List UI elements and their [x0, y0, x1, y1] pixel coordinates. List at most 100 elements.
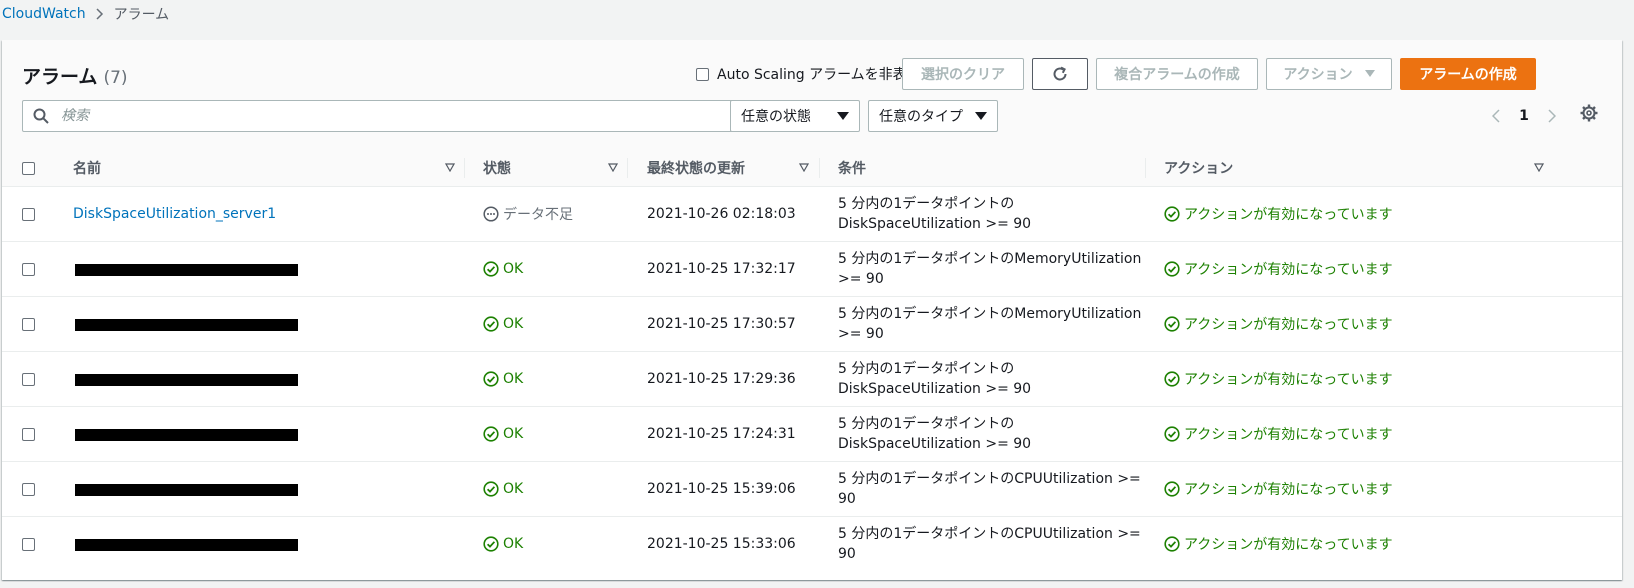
chevron-left-icon: [1492, 109, 1500, 123]
condition-line-1: 5 分内の1データポイントの: [838, 196, 1015, 212]
column-header-actions[interactable]: アクション: [1164, 150, 1552, 186]
updated-cell: 2021-10-26 02:18:03: [647, 206, 796, 222]
action-cell: アクションが有効になっています: [1164, 187, 1393, 241]
table-row[interactable]: DiskSpaceUtilization_server1 データ不足 2021-…: [2, 187, 1622, 242]
condition-line-1: 5 分内の1データポイントのMemoryUtilization: [838, 306, 1142, 322]
condition-line-2: 90: [838, 491, 856, 507]
check-circle-icon: [1164, 371, 1180, 387]
state-label: OK: [503, 536, 524, 552]
table-row[interactable]: OK 2021-10-25 15:39:06 5 分内の1データポイントのCPU…: [2, 462, 1622, 517]
column-header-conditions-label: 条件: [838, 161, 866, 177]
row-checkbox[interactable]: [22, 537, 35, 551]
breadcrumb: CloudWatch アラーム: [2, 4, 169, 24]
action-status-label: アクションが有効になっています: [1184, 317, 1393, 333]
alarm-name-link[interactable]: DiskSpaceUtilization_server1: [73, 206, 276, 222]
alarm-table-body: DiskSpaceUtilization_server1 データ不足 2021-…: [2, 187, 1622, 572]
redacted-alarm-name[interactable]: [75, 264, 298, 276]
type-filter-value: 任意のタイプ: [879, 109, 963, 125]
column-header-name-label: 名前: [73, 161, 101, 177]
redacted-alarm-name[interactable]: [75, 539, 298, 551]
create-alarm-button[interactable]: アラームの作成: [1400, 58, 1536, 90]
updated-cell: 2021-10-25 17:24:31: [647, 426, 796, 442]
actions-dropdown-label: アクション: [1283, 67, 1353, 83]
table-row[interactable]: OK 2021-10-25 17:32:17 5 分内の1データポイントのMem…: [2, 242, 1622, 297]
hide-autoscaling-toggle[interactable]: Auto Scaling アラームを非表示: [696, 62, 921, 86]
action-status: アクションが有効になっています: [1164, 424, 1393, 444]
row-checkbox[interactable]: [22, 262, 35, 276]
clear-selection-button[interactable]: 選択のクリア: [902, 58, 1024, 90]
column-header-state[interactable]: 状態: [483, 150, 626, 186]
updated-cell: 2021-10-25 17:29:36: [647, 371, 796, 387]
column-header-last-updated[interactable]: 最終状態の更新: [647, 150, 817, 186]
current-page[interactable]: 1: [1510, 108, 1538, 124]
updated-cell: 2021-10-25 17:32:17: [647, 261, 796, 277]
state-label: OK: [503, 316, 524, 332]
table-row[interactable]: OK 2021-10-25 17:24:31 5 分内の1データポイントの Di…: [2, 407, 1622, 462]
caret-down-icon: [975, 112, 987, 120]
check-circle-icon: [483, 371, 499, 387]
sort-icon[interactable]: [608, 163, 618, 172]
row-checkbox[interactable]: [22, 372, 35, 386]
condition-cell: 5 分内の1データポイントのMemoryUtilization >= 90: [838, 242, 1141, 296]
state-label: OK: [503, 481, 524, 497]
page-title-text: アラーム: [22, 66, 98, 88]
action-status: アクションが有効になっています: [1164, 259, 1393, 279]
row-checkbox[interactable]: [22, 317, 35, 331]
sort-icon[interactable]: [1534, 163, 1544, 172]
create-composite-alarm-button[interactable]: 複合アラームの作成: [1096, 58, 1258, 90]
condition-line-2: DiskSpaceUtilization >= 90: [838, 216, 1032, 232]
table-row[interactable]: OK 2021-10-25 17:30:57 5 分内の1データポイントのMem…: [2, 297, 1622, 352]
table-header: 名前 状態 最終状態の更新 条件 アクション: [2, 150, 1622, 187]
sort-icon[interactable]: [445, 163, 455, 172]
select-all-cell: [22, 150, 42, 186]
state-cell: OK: [483, 462, 523, 516]
insufficient-data-icon: [483, 206, 499, 222]
chevron-right-icon: [1548, 109, 1556, 123]
redacted-alarm-name[interactable]: [75, 484, 298, 496]
row-select-cell: [22, 187, 35, 241]
check-circle-icon: [1164, 481, 1180, 497]
redacted-alarm-name[interactable]: [75, 374, 298, 386]
panel-header: アラーム (7) Auto Scaling アラームを非表示 選択のクリア 複合…: [2, 40, 1622, 151]
hide-autoscaling-label: Auto Scaling アラームを非表示: [717, 67, 921, 83]
row-checkbox[interactable]: [22, 207, 35, 221]
state-ok: OK: [483, 426, 523, 442]
type-filter-select[interactable]: 任意のタイプ: [868, 100, 998, 132]
condition-cell: 5 分内の1データポイントのCPUUtilization >= 90: [838, 517, 1141, 571]
gear-icon[interactable]: [1580, 104, 1598, 122]
condition-line-1: 5 分内の1データポイントのMemoryUtilization: [838, 251, 1142, 267]
check-circle-icon: [1164, 261, 1180, 277]
updated-cell: 2021-10-25 15:39:06: [647, 481, 796, 497]
table-row[interactable]: OK 2021-10-25 15:33:06 5 分内の1データポイントのCPU…: [2, 517, 1622, 572]
row-checkbox[interactable]: [22, 427, 35, 441]
column-header-conditions: 条件: [838, 150, 1138, 186]
action-status-label: アクションが有効になっています: [1184, 537, 1393, 553]
row-checkbox[interactable]: [22, 482, 35, 496]
action-cell: アクションが有効になっています: [1164, 517, 1393, 571]
actions-dropdown-button[interactable]: アクション: [1266, 58, 1392, 90]
redacted-alarm-name[interactable]: [75, 319, 298, 331]
condition-line-1: 5 分内の1データポイントのCPUUtilization >=: [838, 471, 1141, 487]
redacted-alarm-name[interactable]: [75, 429, 298, 441]
prev-page-button[interactable]: [1482, 109, 1510, 123]
refresh-button[interactable]: [1032, 58, 1088, 90]
state-filter-select[interactable]: 任意の状態: [730, 100, 860, 132]
search-input[interactable]: [59, 107, 723, 125]
sort-icon[interactable]: [799, 163, 809, 172]
hide-autoscaling-checkbox[interactable]: [696, 67, 709, 81]
condition-line-2: DiskSpaceUtilization >= 90: [838, 381, 1032, 397]
check-circle-icon: [1164, 206, 1180, 222]
next-page-button[interactable]: [1538, 109, 1566, 123]
caret-down-icon: [1364, 70, 1375, 78]
check-circle-icon: [483, 426, 499, 442]
breadcrumb-cloudwatch-link[interactable]: CloudWatch: [2, 6, 86, 22]
select-all-checkbox[interactable]: [22, 161, 35, 175]
column-header-name[interactable]: 名前: [73, 150, 463, 186]
state-cell: OK: [483, 297, 523, 351]
search-box[interactable]: [22, 100, 750, 132]
state-label: OK: [503, 261, 524, 277]
condition-cell: 5 分内の1データポイントのMemoryUtilization >= 90: [838, 297, 1141, 351]
condition-line-1: 5 分内の1データポイントのCPUUtilization >=: [838, 526, 1141, 542]
alarm-name-cell: DiskSpaceUtilization_server1: [73, 187, 276, 241]
table-row[interactable]: OK 2021-10-25 17:29:36 5 分内の1データポイントの Di…: [2, 352, 1622, 407]
